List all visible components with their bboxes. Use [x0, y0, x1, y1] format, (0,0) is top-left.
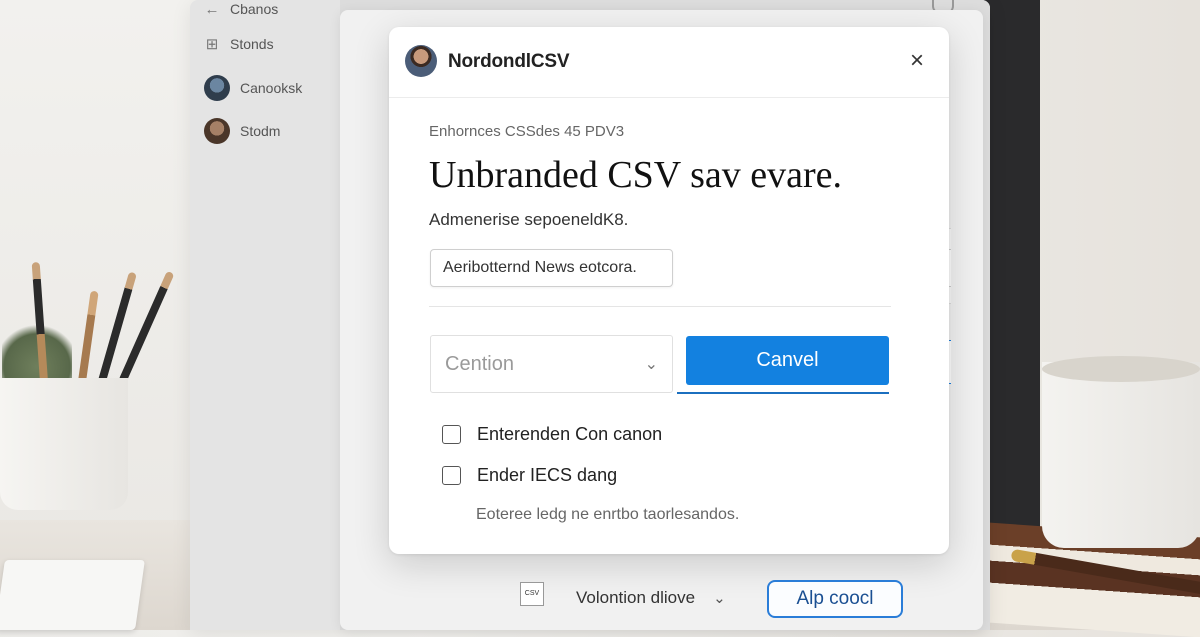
- notebook: [0, 560, 145, 630]
- dialog-footnote: Eoteree ledg ne enrtbo taorlesandos.: [476, 506, 740, 523]
- export-dialog: NordondlCSV × Enhornces CSSdes 45 PDV3 U…: [389, 27, 949, 554]
- dialog-heading: Unbranded CSV sav evare.: [429, 154, 842, 196]
- app-sidebar: ← Cbanos ⊞ Stonds Canooksk Stodm: [190, 0, 340, 630]
- sidebar-item-stodm[interactable]: Stodm: [204, 116, 280, 146]
- mug: [1042, 362, 1200, 548]
- dialog-subtitle: Admenerise sepoeneldK8.: [429, 210, 629, 229]
- dialog-title: NordondlCSV: [448, 51, 570, 72]
- csv-file-icon: CSV: [520, 582, 544, 606]
- checkbox-row[interactable]: Ender IECS dang: [442, 465, 617, 486]
- checkbox-label: Enterenden Con canon: [477, 424, 663, 444]
- option-dropdown[interactable]: Cention ⌄: [430, 335, 673, 393]
- sidebar-item-label: Canooksk: [240, 80, 303, 96]
- sidebar-item-canooksk[interactable]: Canooksk: [204, 73, 302, 103]
- back-nav[interactable]: ← Cbanos: [204, 0, 279, 24]
- avatar: [204, 75, 230, 101]
- bottom-outline-button[interactable]: Alp coocl: [767, 580, 903, 618]
- bottom-dropdown-value: Volontion dliove: [576, 588, 696, 607]
- sidebar-item-stonds[interactable]: ⊞ Stonds: [204, 29, 274, 59]
- chevron-down-icon: ⌄: [713, 590, 726, 607]
- divider: [429, 306, 891, 307]
- dropdown-value: Cention: [445, 352, 514, 375]
- button-underline: [677, 392, 889, 394]
- checkbox[interactable]: [442, 466, 461, 485]
- sidebar-item-label: Stodm: [240, 123, 281, 139]
- text-field[interactable]: [430, 249, 673, 287]
- avatar: [405, 45, 437, 77]
- checkbox-label: Ender IECS dang: [477, 465, 618, 485]
- back-label: Cbanos: [230, 1, 279, 17]
- back-arrow-icon: ←: [204, 0, 220, 18]
- mug-rim: [1042, 356, 1200, 382]
- dialog-eyebrow: Enhornces CSSdes 45 PDV3: [429, 123, 625, 140]
- dialog-header: NordondlCSV ×: [389, 27, 949, 98]
- bottom-dropdown[interactable]: Volontion dliove ⌄: [576, 588, 726, 608]
- chevron-down-icon: ⌄: [644, 356, 658, 373]
- checkbox[interactable]: [442, 425, 461, 444]
- checkbox-row[interactable]: Enterenden Con canon: [442, 424, 662, 445]
- plant-pot: [0, 378, 128, 510]
- primary-button[interactable]: Canvel: [686, 336, 889, 385]
- sidebar-item-label: Stonds: [230, 36, 274, 52]
- close-icon[interactable]: ×: [903, 47, 931, 75]
- grid-icon: ⊞: [205, 36, 219, 53]
- avatar: [204, 118, 230, 144]
